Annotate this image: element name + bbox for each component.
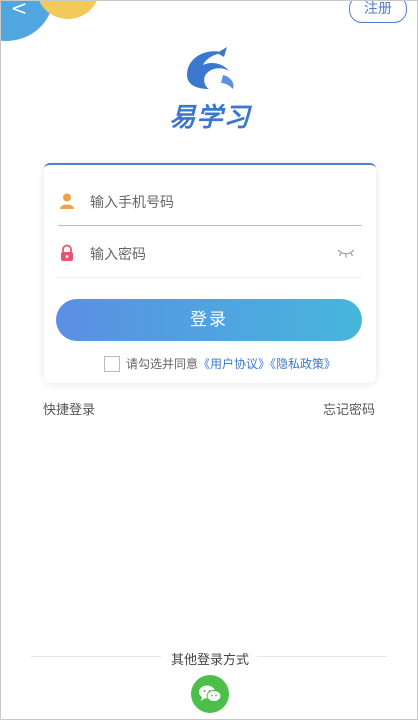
agreement-text: 请勾选并同意 (126, 357, 199, 371)
agree-checkbox[interactable] (104, 355, 120, 372)
hide-password-icon[interactable] (336, 247, 356, 259)
back-icon[interactable]: < (9, 1, 29, 19)
login-card: 登录 请勾选并同意《用户协议》《隐私政策》 (44, 163, 376, 383)
forgot-password-link[interactable]: 忘记密码 (323, 399, 375, 418)
wechat-icon (199, 685, 222, 702)
dolphin-logo-icon (187, 47, 234, 89)
phone-input[interactable] (88, 187, 332, 219)
other-login-title: 其他登录方式 (170, 653, 249, 668)
quick-login-link[interactable]: 快捷登录 (43, 399, 95, 418)
agreement-row: 请勾选并同意《用户协议》《隐私政策》 (104, 355, 336, 375)
user-icon (60, 193, 74, 209)
privacy-policy-link[interactable]: 《隐私政策》 (270, 357, 336, 371)
login-button[interactable]: 登录 (56, 299, 362, 341)
password-row (58, 231, 362, 278)
register-button[interactable]: 注册 (349, 1, 407, 23)
phone-row (58, 179, 362, 226)
lock-icon (61, 244, 73, 261)
brand-name: 易学习 (169, 103, 251, 133)
login-screen: < 注册 易学习 登录 请勾选 (0, 0, 418, 720)
password-input[interactable] (88, 239, 332, 271)
user-agreement-link[interactable]: 《用户协议》 (198, 357, 270, 371)
wechat-login-button[interactable] (191, 675, 229, 713)
